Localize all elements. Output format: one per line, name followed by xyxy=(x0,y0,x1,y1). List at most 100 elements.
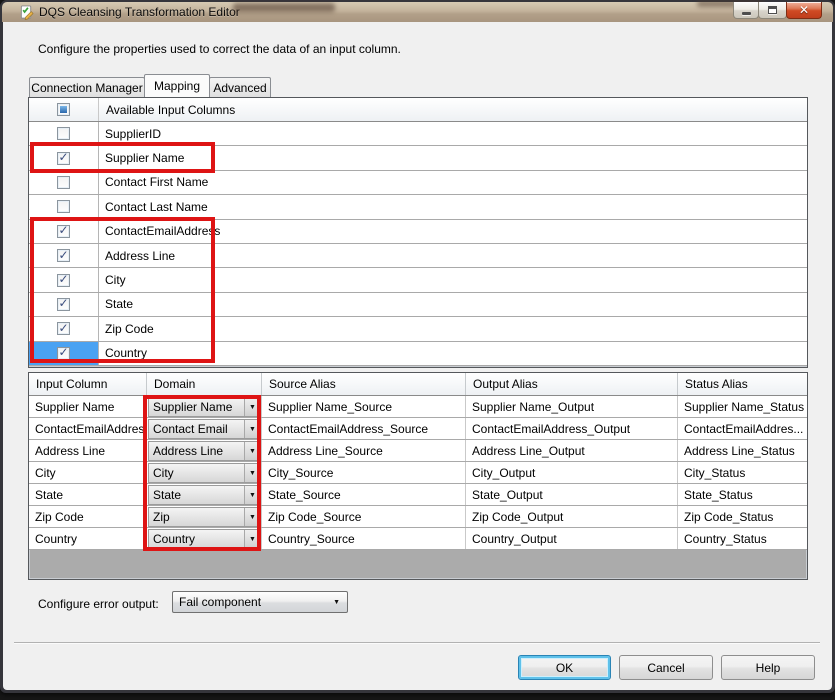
domain-dropdown[interactable]: Supplier Name▼ xyxy=(148,397,261,417)
dropdown-arrow-button[interactable]: ▼ xyxy=(244,420,260,438)
mapping-grid-rows: Supplier NameSupplier Name▼Supplier Name… xyxy=(29,396,807,550)
input-column-label: Address Line xyxy=(99,244,807,267)
maximize-icon xyxy=(768,6,777,14)
available-input-columns-grid: Available Input Columns SupplierID✓Suppl… xyxy=(28,97,808,368)
dropdown-arrow-button[interactable]: ▼ xyxy=(244,442,260,460)
dropdown-arrow-button[interactable]: ▼ xyxy=(244,508,260,526)
minimize-button[interactable] xyxy=(733,2,759,19)
input-column-cell: Zip Code xyxy=(29,506,147,527)
select-all-checkbox[interactable] xyxy=(57,103,70,116)
checked-checkbox-icon[interactable]: ✓ xyxy=(57,298,70,311)
mapping-row[interactable]: Address LineAddress Line▼Address Line_So… xyxy=(29,440,807,462)
available-input-columns-header: Available Input Columns xyxy=(29,98,807,122)
checkbox-cell[interactable]: ✓ xyxy=(29,293,99,316)
mapping-row[interactable]: Zip CodeZip▼Zip Code_SourceZip Code_Outp… xyxy=(29,506,807,528)
checkbox-cell[interactable]: ✓ xyxy=(29,317,99,340)
close-button[interactable]: ✕ xyxy=(786,2,822,19)
source-alias-cell: Zip Code_Source xyxy=(262,506,466,527)
mapping-column-header: Status Alias xyxy=(678,373,807,395)
mapping-row[interactable]: CityCity▼City_SourceCity_OutputCity_Stat… xyxy=(29,462,807,484)
minimize-icon xyxy=(742,12,751,15)
ok-button[interactable]: OK xyxy=(518,655,611,680)
chevron-down-icon: ▼ xyxy=(249,448,256,455)
input-column-row[interactable]: Contact First Name xyxy=(29,171,807,195)
input-column-row[interactable]: ✓ Zip Code xyxy=(29,317,807,341)
error-output-dropdown[interactable]: Fail component ▼ xyxy=(172,591,348,613)
checkmark-icon: ✓ xyxy=(58,297,68,309)
source-alias-cell: State_Source xyxy=(262,484,466,505)
dropdown-arrow-button[interactable]: ▼ xyxy=(244,486,260,504)
dqs-editor-icon xyxy=(19,5,34,20)
tab-mapping[interactable]: Mapping xyxy=(144,74,210,97)
domain-cell: City▼ xyxy=(147,462,262,483)
status-alias-cell: State_Status xyxy=(678,484,807,505)
unchecked-checkbox-icon[interactable] xyxy=(57,200,70,213)
mapping-row[interactable]: StateState▼State_SourceState_OutputState… xyxy=(29,484,807,506)
checkbox-cell[interactable]: ✓ xyxy=(29,342,99,365)
status-alias-cell: Address Line_Status xyxy=(678,440,807,461)
input-column-label: Country xyxy=(99,342,807,365)
chevron-down-icon: ▼ xyxy=(333,599,340,606)
checkbox-cell[interactable]: ✓ xyxy=(29,220,99,243)
checked-checkbox-icon[interactable]: ✓ xyxy=(57,274,70,287)
checked-checkbox-icon[interactable]: ✓ xyxy=(57,152,70,165)
checkbox-cell[interactable]: ✓ xyxy=(29,244,99,267)
domain-dropdown[interactable]: Address Line▼ xyxy=(148,441,261,461)
checkbox-cell[interactable]: ✓ xyxy=(29,146,99,169)
domain-value: Contact Email xyxy=(149,420,244,438)
dropdown-arrow-button[interactable]: ▼ xyxy=(244,530,260,548)
window-title: DQS Cleansing Transformation Editor xyxy=(39,5,240,19)
input-column-row[interactable]: SupplierID xyxy=(29,122,807,146)
output-alias-cell: City_Output xyxy=(466,462,678,483)
mapping-column-header: Domain xyxy=(147,373,262,395)
checkbox-cell[interactable] xyxy=(29,122,99,145)
cancel-button[interactable]: Cancel xyxy=(619,655,713,680)
domain-dropdown[interactable]: State▼ xyxy=(148,485,261,505)
input-column-label: ContactEmailAddress xyxy=(99,220,807,243)
checked-checkbox-icon[interactable]: ✓ xyxy=(57,249,70,262)
input-column-row[interactable]: Contact Last Name xyxy=(29,195,807,219)
mapping-row[interactable]: CountryCountry▼Country_SourceCountry_Out… xyxy=(29,528,807,550)
input-column-row[interactable]: ✓Supplier Name xyxy=(29,146,807,170)
source-alias-cell: ContactEmailAddress_Source xyxy=(262,418,466,439)
input-column-row[interactable]: ✓ Address Line xyxy=(29,244,807,268)
input-column-row[interactable]: ✓City xyxy=(29,268,807,292)
domain-value: City xyxy=(149,464,244,482)
mapping-row[interactable]: ContactEmailAddressContact Email▼Contact… xyxy=(29,418,807,440)
unchecked-checkbox-icon[interactable] xyxy=(57,176,70,189)
status-alias-cell: Country_Status xyxy=(678,528,807,549)
checkbox-cell[interactable] xyxy=(29,171,99,194)
input-column-cell: Address Line xyxy=(29,440,147,461)
footer-divider xyxy=(14,642,820,643)
help-button[interactable]: Help xyxy=(721,655,815,680)
mapping-row[interactable]: Supplier NameSupplier Name▼Supplier Name… xyxy=(29,396,807,418)
output-alias-cell: State_Output xyxy=(466,484,678,505)
source-alias-cell: Supplier Name_Source xyxy=(262,396,466,417)
dropdown-arrow-button[interactable]: ▼ xyxy=(244,398,260,416)
input-column-label: Zip Code xyxy=(99,317,807,340)
unchecked-checkbox-icon[interactable] xyxy=(57,127,70,140)
tab-connection-manager[interactable]: Connection Manager xyxy=(29,77,145,97)
checkbox-cell[interactable]: ✓ xyxy=(29,268,99,291)
input-column-label: State xyxy=(99,293,807,316)
maximize-button[interactable] xyxy=(758,2,787,19)
chevron-down-icon: ▼ xyxy=(249,492,256,499)
chevron-down-icon: ▼ xyxy=(249,426,256,433)
tab-advanced[interactable]: Advanced xyxy=(209,77,271,97)
available-input-columns-rows: SupplierID✓Supplier NameContact First Na… xyxy=(29,122,807,366)
input-column-cell: City xyxy=(29,462,147,483)
domain-dropdown[interactable]: Contact Email ▼ xyxy=(148,419,261,439)
input-column-row[interactable]: ✓ State xyxy=(29,293,807,317)
checked-checkbox-icon[interactable]: ✓ xyxy=(57,322,70,335)
checked-checkbox-icon[interactable]: ✓ xyxy=(57,225,70,238)
dropdown-arrow-button[interactable]: ▼ xyxy=(244,464,260,482)
domain-dropdown[interactable]: City▼ xyxy=(148,463,261,483)
checked-checkbox-icon[interactable]: ✓ xyxy=(57,347,70,360)
close-icon: ✕ xyxy=(799,4,809,16)
mapping-grid: Input ColumnDomainSource AliasOutput Ali… xyxy=(28,372,808,580)
input-column-row[interactable]: ✓ Country xyxy=(29,342,807,366)
input-column-row[interactable]: ✓ ContactEmailAddress xyxy=(29,220,807,244)
checkbox-cell[interactable] xyxy=(29,195,99,218)
domain-dropdown[interactable]: Country▼ xyxy=(148,529,261,549)
domain-dropdown[interactable]: Zip▼ xyxy=(148,507,261,527)
